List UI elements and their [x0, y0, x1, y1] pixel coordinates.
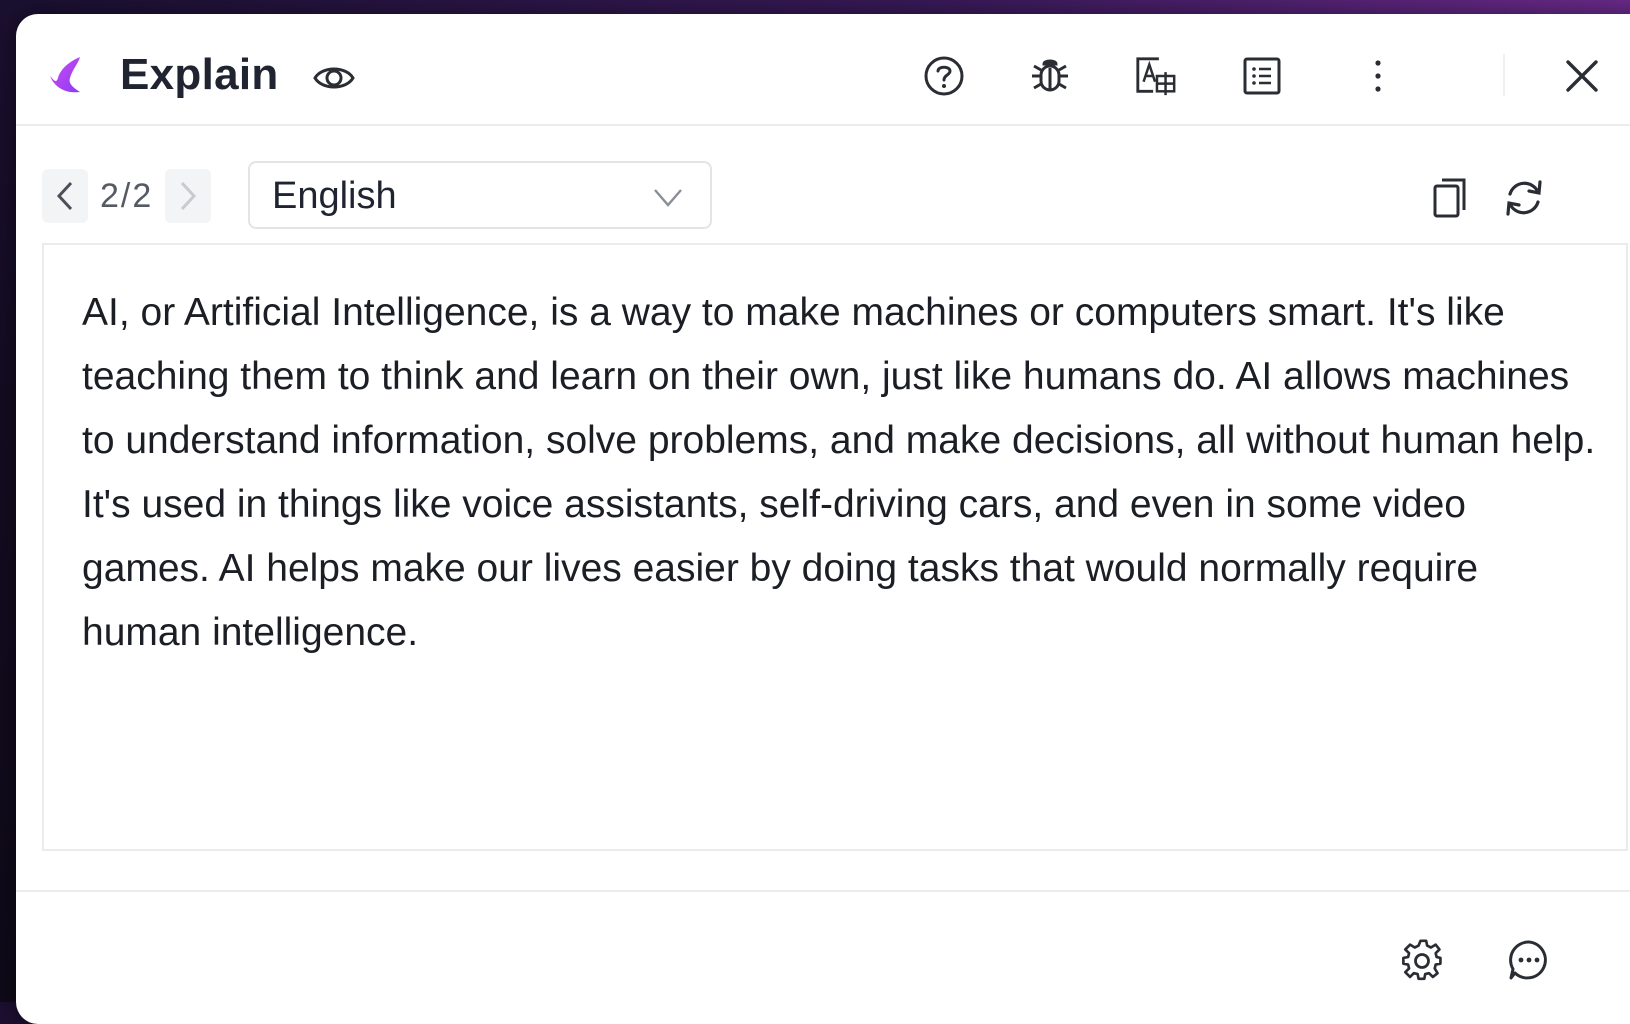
prev-button[interactable]: [42, 169, 88, 223]
refresh-icon: [1506, 180, 1542, 216]
footer-divider: [16, 890, 1630, 892]
window-header: Explain: [16, 14, 1630, 126]
explanation-text: AI, or Artificial Intelligence, is a way…: [82, 291, 1596, 654]
explain-window: Explain 2/2 English AI, or Artificial In…: [16, 14, 1630, 1024]
language-value: English: [272, 175, 397, 217]
regenerate-button[interactable]: [1500, 174, 1548, 222]
eye-icon[interactable]: [312, 60, 356, 96]
copy-button[interactable]: [1426, 174, 1474, 222]
chat-icon: [1509, 940, 1547, 980]
close-icon: [1566, 60, 1598, 92]
explanation-panel: AI, or Artificial Intelligence, is a way…: [42, 243, 1628, 851]
header-divider: [1503, 54, 1505, 96]
page-count: 2/2: [100, 176, 154, 215]
next-button[interactable]: [165, 169, 212, 223]
more-button[interactable]: [1356, 54, 1400, 98]
debug-button[interactable]: [1028, 54, 1072, 98]
background-glow: [0, 0, 1630, 14]
bug-icon: [1032, 59, 1068, 92]
translate-button[interactable]: [1134, 54, 1178, 98]
page-title: Explain: [120, 50, 279, 99]
app-logo-icon: [50, 57, 80, 93]
gear-icon: [1402, 939, 1442, 981]
copy-icon: [1433, 178, 1466, 218]
settings-button[interactable]: [1400, 937, 1446, 983]
chat-button[interactable]: [1506, 937, 1552, 983]
help-icon: [924, 56, 964, 96]
help-button[interactable]: [922, 54, 966, 98]
chevron-left-icon: [56, 181, 73, 211]
language-select[interactable]: English: [248, 161, 712, 229]
result-pager: 2/2: [42, 169, 212, 223]
close-button[interactable]: [1560, 54, 1604, 98]
list-icon: [1243, 57, 1281, 95]
list-button[interactable]: [1240, 54, 1284, 98]
chevron-down-icon: [654, 189, 682, 207]
chevron-right-icon: [181, 181, 197, 211]
more-vertical-icon: [1375, 60, 1381, 92]
translate-icon: [1136, 57, 1176, 96]
